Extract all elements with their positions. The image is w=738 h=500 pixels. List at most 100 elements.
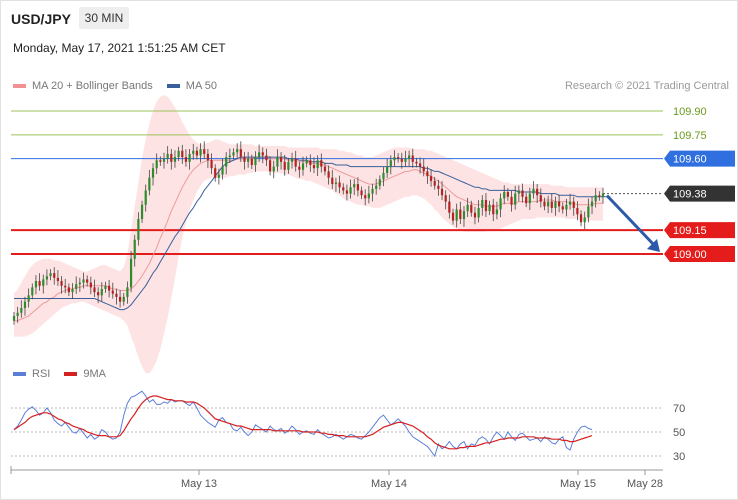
candle-body	[12, 315, 16, 321]
candle-body	[378, 179, 381, 186]
candle-body	[108, 285, 111, 291]
candle-body	[228, 155, 231, 158]
candle-body	[188, 153, 191, 162]
candle-body	[166, 153, 169, 159]
candle-body	[517, 190, 520, 194]
candle-body	[206, 153, 209, 161]
x-axis: May 13 May 14 May 15 May 28	[10, 466, 663, 490]
candle-body	[210, 160, 213, 169]
candle-body	[203, 149, 206, 154]
candle-body	[484, 199, 488, 212]
candle-body	[404, 158, 407, 162]
candle-body	[126, 287, 129, 297]
candle-body	[510, 196, 513, 205]
rsi-line	[13, 390, 593, 458]
candle-body	[42, 279, 45, 286]
candle-body	[400, 158, 403, 162]
candle-body	[100, 288, 103, 296]
candle-body	[557, 201, 561, 207]
candle-body	[236, 149, 239, 153]
candle-body	[298, 166, 301, 170]
candle-body	[466, 204, 469, 212]
candle-body	[462, 211, 466, 220]
candle-body	[129, 258, 133, 288]
candle-body	[148, 177, 151, 191]
candle-body	[444, 195, 447, 202]
candle-body	[97, 292, 100, 296]
x-tick-label: May 14	[371, 478, 407, 490]
candle-body	[261, 152, 264, 156]
candle-body	[283, 161, 286, 170]
candle-body	[184, 157, 188, 162]
candle-body	[243, 157, 246, 162]
candle-body	[331, 177, 334, 185]
candle-body	[199, 149, 202, 156]
candle-body	[111, 290, 114, 294]
candle-body	[568, 201, 572, 205]
candle-body	[386, 166, 389, 173]
candle-body	[536, 188, 539, 196]
level-label-109.38: 109.38	[673, 189, 707, 201]
candle-body	[440, 188, 444, 196]
candle-body	[437, 185, 440, 189]
candle-body	[477, 207, 480, 218]
candle-body	[137, 219, 140, 240]
chart-widget: USD/JPY 30 MIN Monday, May 17, 2021 1:51…	[0, 0, 738, 500]
candle-body	[521, 190, 524, 197]
level-label-109.15: 109.15	[673, 225, 707, 237]
candle-body	[382, 172, 385, 180]
candle-body	[418, 163, 422, 167]
candle-body	[371, 188, 374, 194]
candle-body	[86, 279, 89, 283]
candle-body	[71, 288, 74, 293]
candle-body	[104, 285, 107, 289]
candle-body	[455, 209, 458, 221]
chart-canvas[interactable]: 109.90 109.75 109.60 109.38 109.15 109.00 70 5…	[0, 0, 738, 500]
x-tick-label: May 15	[560, 478, 596, 490]
candle-body	[217, 174, 220, 178]
candle-body	[594, 195, 597, 202]
candle-body	[115, 293, 118, 297]
candle-body	[320, 160, 323, 167]
candle-body	[364, 195, 367, 199]
candle-body	[590, 201, 594, 207]
level-label-109.90: 109.90	[673, 106, 707, 118]
candle-body	[495, 209, 499, 215]
candle-body	[258, 152, 261, 158]
candle-body	[239, 149, 242, 158]
candle-body	[408, 155, 411, 159]
candle-body	[532, 188, 535, 194]
candle-body	[514, 193, 517, 205]
level-label-109.60: 109.60	[673, 154, 707, 166]
candle-body	[470, 204, 473, 213]
candle-body	[422, 166, 425, 172]
candle-body	[601, 193, 605, 197]
candle-body	[389, 160, 392, 167]
candle-body	[254, 157, 257, 166]
candle-body	[82, 279, 85, 283]
candle-body	[151, 168, 155, 178]
candle-body	[572, 201, 575, 208]
candle-body	[49, 273, 52, 277]
candle-body	[345, 190, 349, 194]
forecast-arrow-shaft	[605, 194, 657, 248]
candle-body	[31, 287, 34, 296]
candle-body	[528, 193, 531, 204]
candle-body	[481, 199, 484, 208]
bollinger-band	[14, 95, 603, 374]
level-labels-layer: 109.90 109.75 109.60 109.38 109.15 109.00	[664, 106, 735, 262]
candle-body	[547, 201, 550, 207]
candle-body	[367, 193, 370, 199]
candle-body	[265, 155, 268, 161]
candle-body	[155, 160, 158, 169]
candle-body	[192, 150, 195, 154]
candle-body	[78, 282, 81, 285]
candle-body	[349, 187, 352, 194]
rsi-ma-line	[13, 395, 593, 450]
candle-body	[305, 160, 308, 164]
candle-body	[20, 308, 23, 313]
candle-body	[309, 160, 312, 166]
candle-body	[316, 160, 319, 169]
rsi-panel: 70 50 30	[11, 390, 685, 463]
rsi-tick-label: 70	[673, 403, 685, 415]
